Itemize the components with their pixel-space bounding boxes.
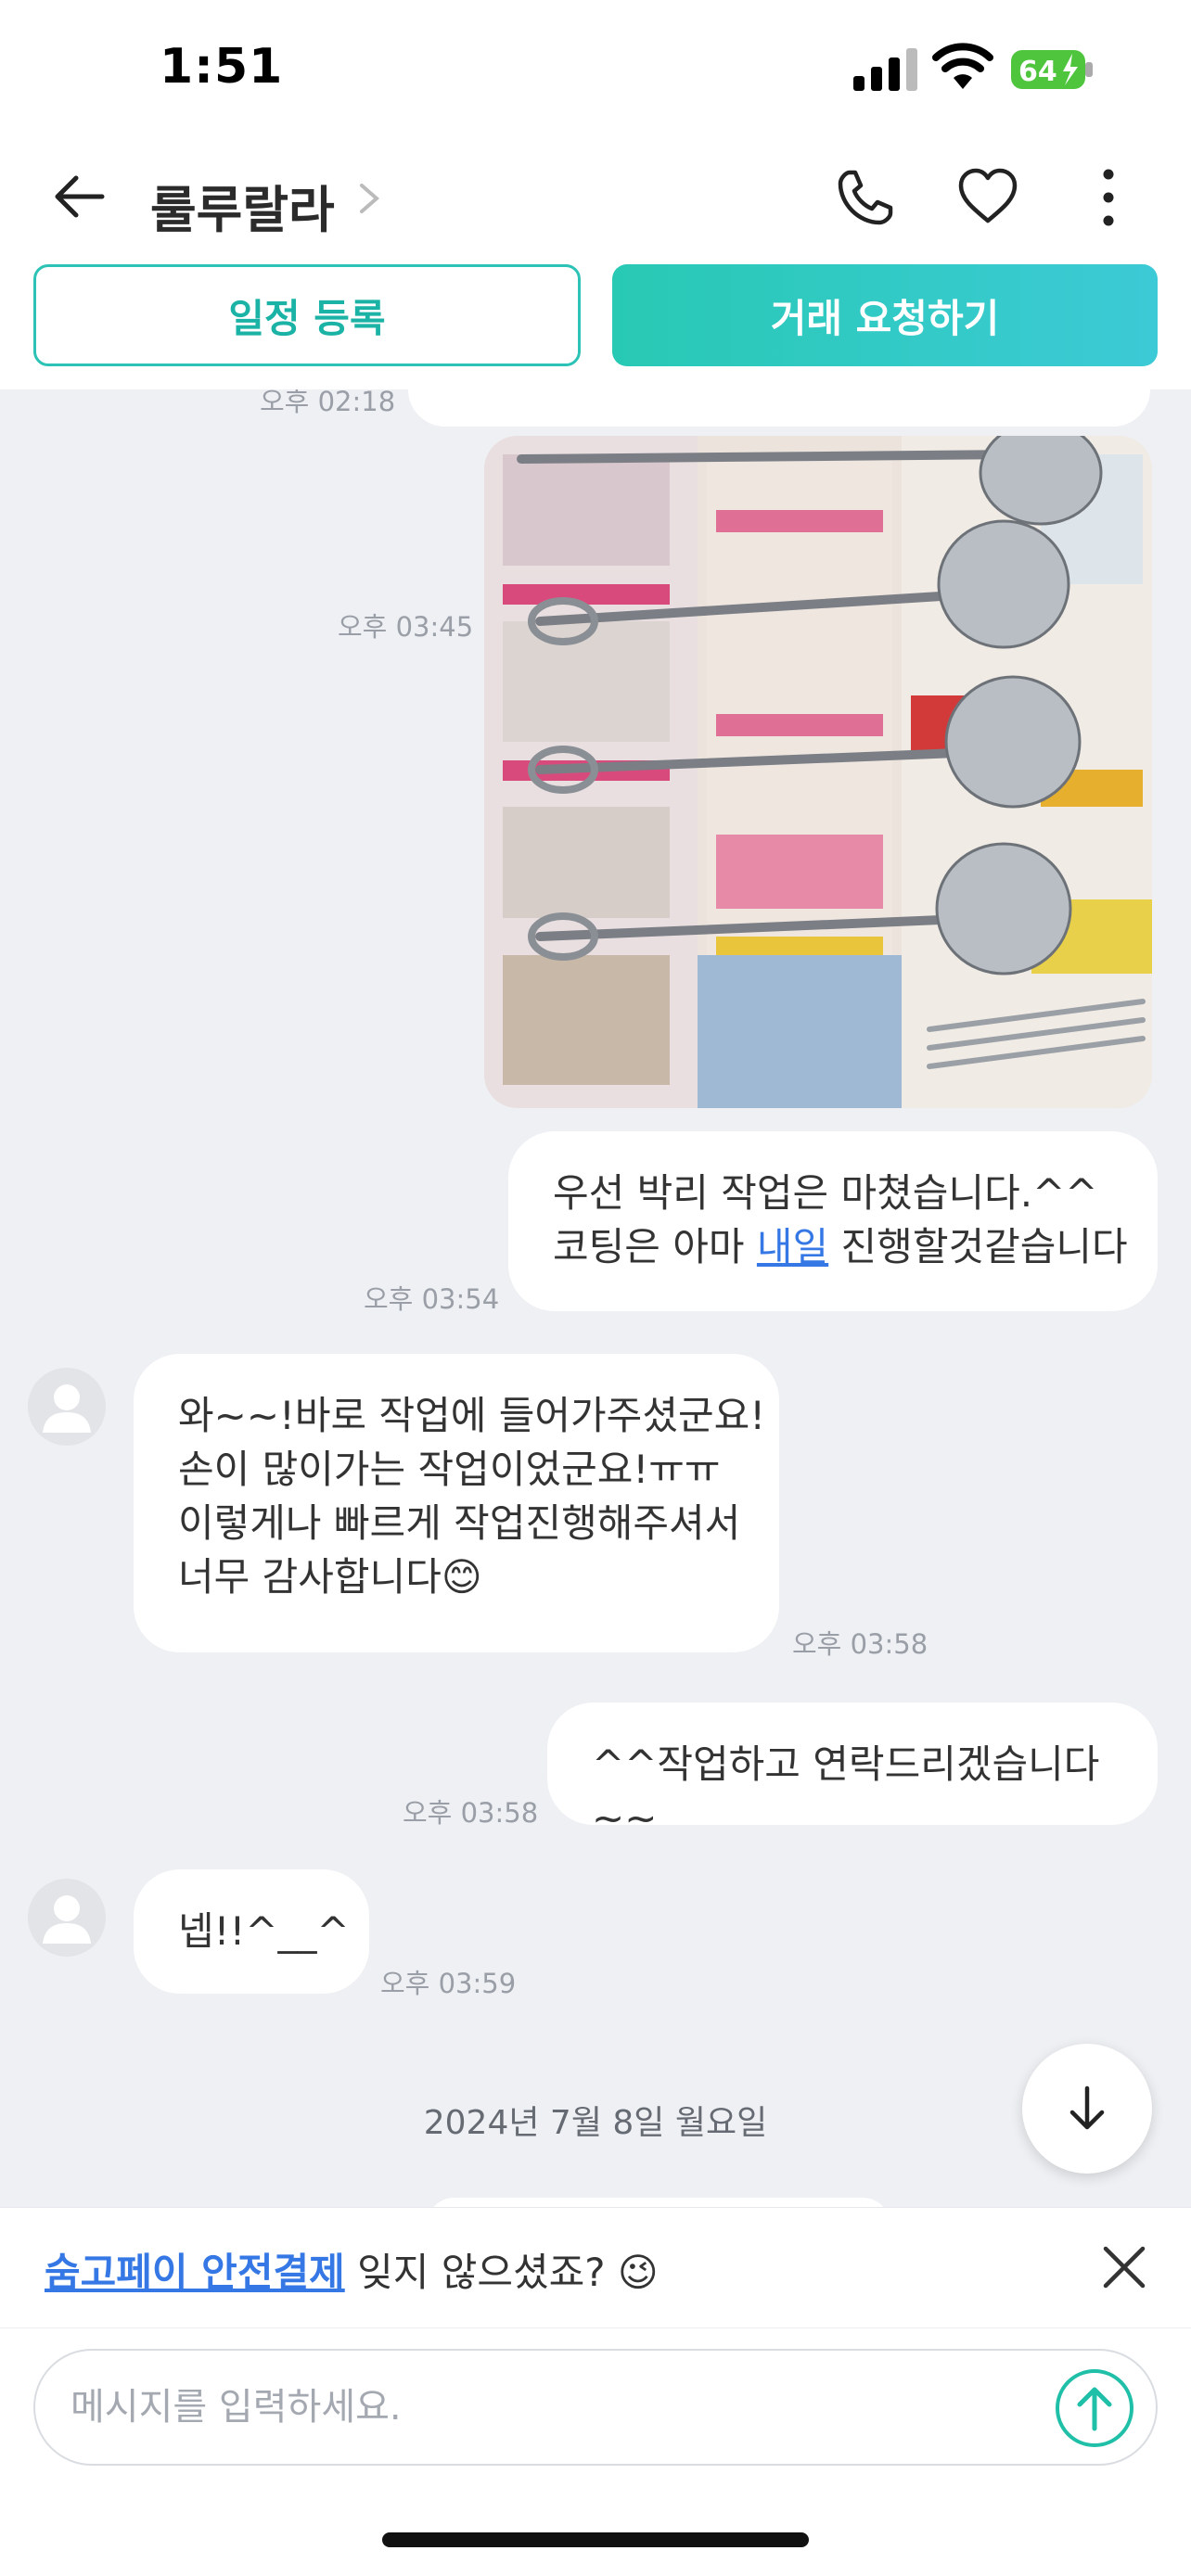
message-bubble-incoming: 와~~!바로 작업에 들어가주셨군요! 손이 많이가는 작업이었군요!ㅠㅠ 이렇…: [134, 1354, 779, 1652]
battery-icon: 64: [1011, 50, 1093, 89]
chevron-right-icon[interactable]: [356, 180, 382, 217]
message-time: 오후 03:59: [380, 1968, 517, 1999]
message-time: 오후 03:58: [403, 1797, 539, 1829]
home-indicator: [382, 2532, 809, 2547]
message-bubble-partial: [427, 2198, 890, 2207]
message-composer: [0, 2327, 1191, 2576]
message-input[interactable]: [33, 2349, 1158, 2466]
back-arrow-icon[interactable]: [48, 167, 108, 226]
schedule-button[interactable]: 일정 등록: [33, 264, 581, 366]
message-bubble-outgoing: ^^작업하고 연락드리겠습니다~~: [547, 1702, 1158, 1841]
date-link[interactable]: 내일: [757, 1224, 828, 1269]
message-text: 손이 많이가는 작업이었군요!ㅠㅠ: [178, 1447, 721, 1492]
wifi-icon: [932, 43, 993, 89]
photo-message[interactable]: [484, 436, 1152, 1108]
scroll-to-bottom-button[interactable]: [1022, 2044, 1152, 2174]
message-time: 오후 03:45: [338, 611, 474, 643]
message-bubble-outgoing: 우선 박리 작업은 마쳤습니다.^^ 코팅은 아마 내일 진행할것같습니다: [508, 1131, 1158, 1311]
status-time: 1:51: [160, 39, 284, 95]
date-separator: 2024년 7월 8일 월요일: [423, 2104, 768, 2142]
message-text: 너무 감사합니다😊: [178, 1554, 482, 1600]
message-time: 오후 03:58: [792, 1628, 928, 1660]
notice-text: 숨고페이 안전결제 잊지 않으셨죠? 😉: [45, 2250, 659, 2295]
status-bar: 1:51 64: [0, 0, 1191, 139]
message-text: 코팅은 아마 내일 진행할것같습니다: [553, 1224, 1128, 1269]
safe-payment-notice: 숨고페이 안전결제 잊지 않으셨죠? 😉: [0, 2207, 1191, 2327]
chat-area[interactable]: 오후 02:18 오후 03:45 우선 박리 작업은 마쳤습니다.^^ 코팅은…: [0, 389, 1191, 2207]
message-bubble-partial: [408, 389, 1150, 427]
avatar-icon[interactable]: [28, 1879, 106, 1957]
message-time: 오후 03:54: [364, 1283, 500, 1315]
message-text: 넵!!^__^: [178, 1908, 350, 1954]
more-vertical-icon[interactable]: [1095, 165, 1122, 230]
message-time: 오후 02:18: [260, 389, 396, 417]
message-text: 우선 박리 작업은 마쳤습니다.^^: [553, 1170, 1098, 1216]
safe-payment-link[interactable]: 숨고페이 안전결제: [45, 2250, 345, 2295]
trade-request-button[interactable]: 거래 요청하기: [612, 264, 1158, 366]
chat-header: 룰루랄라: [0, 139, 1191, 255]
heart-icon[interactable]: [955, 165, 1020, 230]
message-text: 이렇게나 빠르게 작업진행해주셔서: [178, 1500, 741, 1546]
phone-icon[interactable]: [833, 165, 898, 230]
close-icon[interactable]: [1098, 2241, 1150, 2293]
arrow-down-icon: [1069, 2085, 1105, 2130]
svg-text:64: 64: [1018, 56, 1057, 88]
message-bubble-incoming: 넵!!^__^: [134, 1869, 369, 1994]
chat-partner-name[interactable]: 룰루랄라: [150, 169, 335, 242]
cellular-signal-icon: [853, 48, 917, 91]
send-icon[interactable]: [1054, 2367, 1135, 2449]
action-bar: 일정 등록 거래 요청하기: [0, 255, 1191, 389]
message-text: ^^작업하고 연락드리겠습니다~~: [592, 1741, 1100, 1841]
message-text: 와~~!바로 작업에 들어가주셨군요!: [178, 1393, 766, 1438]
avatar-icon[interactable]: [28, 1368, 106, 1446]
